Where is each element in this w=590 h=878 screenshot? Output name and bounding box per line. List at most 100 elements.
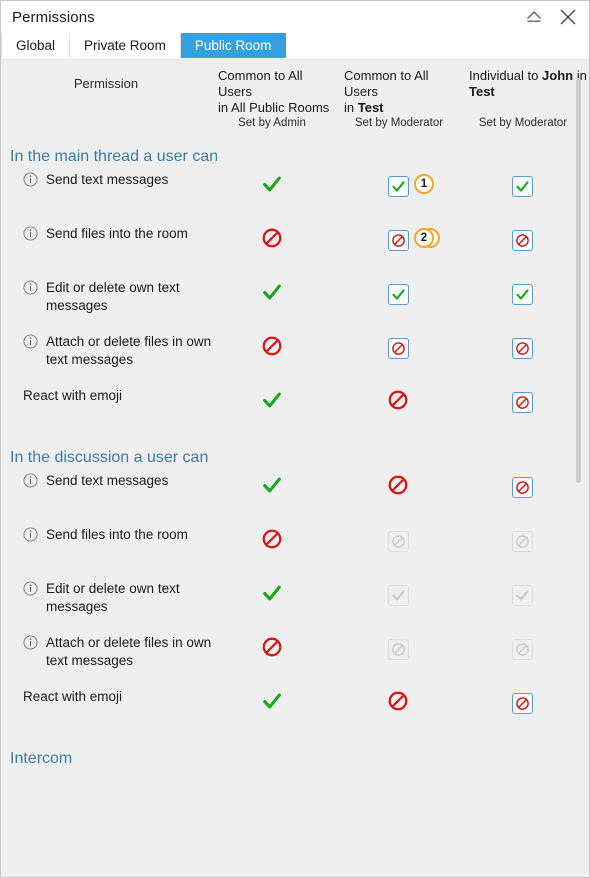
tab-private-room[interactable]: Private Room — [70, 33, 181, 58]
annotation-badge: 1 — [414, 174, 434, 194]
permission-checkbox-denied[interactable] — [511, 391, 533, 413]
permission-allowed-check[interactable] — [261, 389, 283, 416]
close-icon[interactable] — [551, 2, 585, 32]
permission-checkbox-disabled-denied[interactable] — [387, 638, 409, 660]
permission-cell[interactable] — [372, 526, 424, 556]
permission-cell[interactable] — [372, 472, 424, 502]
header-title-line: Common to All Users — [344, 68, 429, 99]
deny-icon — [391, 233, 405, 247]
header-column-1: Common to All Users in Test — [344, 68, 462, 116]
scrollbar-thumb[interactable] — [576, 78, 581, 483]
info-icon[interactable] — [23, 473, 38, 493]
tab-public-room[interactable]: Public Room — [180, 33, 287, 58]
permission-cell[interactable] — [246, 688, 298, 718]
info-icon[interactable] — [23, 527, 38, 547]
permission-row: Edit or delete own text messages — [1, 580, 589, 634]
eject-icon[interactable] — [517, 2, 551, 32]
scrollbar[interactable] — [576, 68, 586, 877]
permission-denied-icon[interactable] — [387, 474, 409, 501]
permission-checkbox-checked[interactable] — [387, 283, 409, 305]
header-column-2: Individual to John in Test — [469, 68, 589, 100]
header-title-line: in All Public Rooms — [218, 100, 330, 115]
permission-cell[interactable] — [246, 225, 298, 255]
permission-allowed-check[interactable] — [261, 690, 283, 717]
permission-row: Send files into the room32 — [1, 225, 589, 279]
permission-denied-icon[interactable] — [261, 636, 283, 663]
check-icon — [391, 589, 405, 601]
permission-checkbox-checked[interactable] — [511, 283, 533, 305]
permission-cell[interactable] — [372, 688, 424, 718]
header-permission-label: Permission — [73, 76, 139, 91]
permission-cell[interactable] — [496, 279, 548, 309]
permission-checkbox-checked[interactable] — [511, 175, 533, 197]
deny-icon — [391, 642, 405, 656]
permission-allowed-check[interactable] — [261, 582, 283, 609]
permission-cell[interactable] — [496, 688, 548, 718]
permission-cell[interactable] — [372, 333, 424, 363]
tab-global[interactable]: Global — [1, 33, 71, 58]
permission-cell[interactable] — [246, 526, 298, 556]
deny-icon — [391, 341, 405, 355]
permission-checkbox-checked[interactable] — [387, 175, 409, 197]
permission-denied-icon[interactable] — [261, 227, 283, 254]
section-title: In the discussion a user can — [10, 449, 209, 466]
permission-label-text: Attach or delete files in own text messa… — [46, 334, 212, 367]
info-icon[interactable] — [23, 334, 38, 354]
permission-cell[interactable] — [496, 634, 548, 664]
permission-denied-icon[interactable] — [387, 389, 409, 416]
info-icon[interactable] — [23, 635, 38, 655]
section-title: In the main thread a user can — [10, 148, 219, 165]
permission-cell[interactable] — [372, 580, 424, 610]
permission-cell[interactable] — [372, 279, 424, 309]
permission-checkbox-denied[interactable] — [387, 337, 409, 359]
permission-checkbox-disabled-checked[interactable] — [387, 584, 409, 606]
check-icon — [515, 180, 529, 192]
title-bar: Permissions — [1, 1, 589, 33]
permission-label-text: Edit or delete own text messages — [46, 581, 180, 614]
permission-row-label: React with emoji — [23, 387, 223, 405]
permission-checkbox-disabled-denied[interactable] — [511, 638, 533, 660]
permission-checkbox-disabled-checked[interactable] — [511, 584, 533, 606]
permission-row: Edit or delete own text messages — [1, 279, 589, 333]
permission-cell[interactable] — [496, 333, 548, 363]
permission-cell[interactable] — [246, 333, 298, 363]
permission-checkbox-denied[interactable] — [511, 476, 533, 498]
info-icon[interactable] — [23, 280, 38, 300]
permission-cell[interactable] — [246, 171, 298, 201]
deny-icon — [262, 529, 282, 548]
permission-cell[interactable] — [496, 225, 548, 255]
permission-row-label: Attach or delete files in own text messa… — [23, 333, 223, 369]
permission-cell[interactable] — [372, 387, 424, 417]
permission-denied-icon[interactable] — [261, 335, 283, 362]
permission-checkbox-denied[interactable] — [511, 229, 533, 251]
permission-checkbox-disabled-denied[interactable] — [511, 530, 533, 552]
permission-cell[interactable] — [496, 387, 548, 417]
permission-denied-icon[interactable] — [387, 690, 409, 717]
permission-allowed-check[interactable] — [261, 173, 283, 200]
permission-cell[interactable] — [496, 526, 548, 556]
permission-cell[interactable] — [496, 580, 548, 610]
permission-denied-icon[interactable] — [261, 528, 283, 555]
permission-allowed-check[interactable] — [261, 281, 283, 308]
permission-checkbox-denied[interactable] — [387, 229, 409, 251]
info-icon[interactable] — [23, 226, 38, 246]
permission-cell[interactable] — [246, 279, 298, 309]
permission-cell[interactable] — [496, 171, 548, 201]
section-title: Intercom — [10, 750, 73, 767]
permission-label-text: Send text messages — [46, 172, 169, 187]
header-column-0: Common to All Users in All Public Rooms — [218, 68, 338, 116]
info-icon[interactable] — [23, 581, 38, 601]
deny-icon — [515, 341, 529, 355]
permission-cell[interactable] — [372, 634, 424, 664]
check-icon — [391, 288, 405, 300]
permission-cell[interactable] — [246, 580, 298, 610]
permission-cell[interactable] — [246, 387, 298, 417]
permission-checkbox-denied[interactable] — [511, 692, 533, 714]
permission-cell[interactable] — [496, 472, 548, 502]
permission-checkbox-denied[interactable] — [511, 337, 533, 359]
permission-cell[interactable] — [246, 472, 298, 502]
permission-cell[interactable] — [246, 634, 298, 664]
permission-checkbox-disabled-denied[interactable] — [387, 530, 409, 552]
info-icon[interactable] — [23, 172, 38, 192]
permission-allowed-check[interactable] — [261, 474, 283, 501]
